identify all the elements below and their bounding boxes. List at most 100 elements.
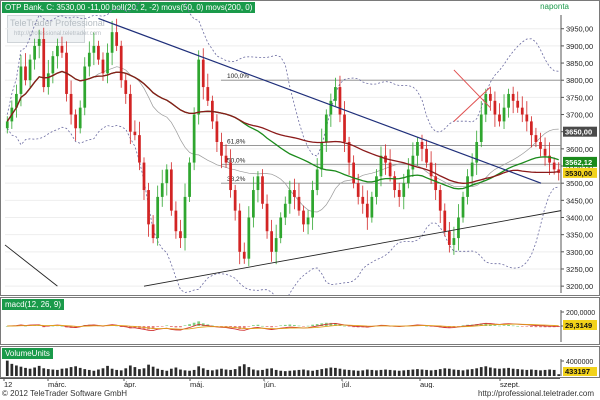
macd-histogram-bar xyxy=(498,325,501,327)
candle-body xyxy=(179,231,182,239)
candle-body xyxy=(74,114,78,129)
volume-bar xyxy=(452,369,456,376)
volume-bar xyxy=(461,370,465,376)
candle-body xyxy=(188,162,191,197)
volume-bar xyxy=(242,364,246,376)
candle-body xyxy=(124,80,128,94)
volume-bar xyxy=(438,369,442,376)
volume-bar xyxy=(151,366,155,376)
site-link[interactable]: http://professional.teletrader.com xyxy=(478,389,594,398)
volume-panel[interactable]: VolumeUnits 4000000 433197 xyxy=(0,346,600,378)
macd-histogram-bar xyxy=(306,325,310,327)
volume-bar xyxy=(156,368,160,376)
macd-histogram-bar xyxy=(256,324,260,326)
candle-body xyxy=(302,210,305,225)
candle-body xyxy=(78,107,82,129)
volume-bar xyxy=(28,368,32,376)
volume-bar xyxy=(46,369,50,376)
candle-body xyxy=(270,231,273,252)
x-tick-label: júl. xyxy=(341,380,352,388)
candle-body xyxy=(33,45,36,60)
macd-histogram-bar xyxy=(169,326,173,327)
volume-bar xyxy=(165,370,169,376)
candle-body xyxy=(215,121,219,142)
candle-body xyxy=(106,52,109,74)
candle-body xyxy=(461,196,465,218)
macd-histogram-bar xyxy=(188,324,191,326)
candle-body xyxy=(402,183,406,197)
volume-bar xyxy=(557,374,561,376)
candle-body xyxy=(443,210,447,232)
macd-histogram-bar xyxy=(293,324,296,326)
volume-bar xyxy=(516,369,520,376)
volume-bar xyxy=(375,370,378,376)
copyright-text: © 2012 TeleTrader Software GmbH xyxy=(2,389,128,398)
candle-body xyxy=(425,148,428,163)
volume-bar xyxy=(270,368,273,376)
volume-bar xyxy=(356,370,360,376)
macd-panel[interactable]: macd(12, 26, 9) 200,00000,000029,3149 xyxy=(0,297,600,345)
volume-bar xyxy=(361,370,365,376)
macd-chart[interactable]: 200,00000,000029,3149 xyxy=(1,298,599,344)
candle-body xyxy=(320,141,324,170)
candle-body xyxy=(457,217,460,239)
volume-bar xyxy=(110,368,114,376)
volume-bar xyxy=(115,369,119,376)
volume-bar xyxy=(97,369,100,376)
candle-body xyxy=(434,176,438,191)
candle-body xyxy=(311,190,314,218)
candle-body xyxy=(156,196,160,239)
volume-bar xyxy=(261,369,264,376)
macd-histogram-bar xyxy=(261,325,264,327)
volume-bar xyxy=(224,369,228,376)
candle-body xyxy=(324,114,328,142)
downtrend-line xyxy=(98,17,542,184)
volume-bar xyxy=(306,370,310,376)
macd-value-label: 29,3149 xyxy=(565,321,592,330)
volume-bar xyxy=(543,369,547,376)
price-tick-label: 3750,00 xyxy=(566,93,593,102)
candle-body xyxy=(197,59,201,115)
volume-bar xyxy=(329,367,333,376)
candle-body xyxy=(420,141,424,149)
volume-bar xyxy=(128,365,132,376)
candle-body xyxy=(247,217,251,259)
volume-bar xyxy=(511,368,515,376)
x-tick-label: jún. xyxy=(263,380,276,388)
macd-histogram-bar xyxy=(156,326,160,327)
candle-body xyxy=(438,190,442,211)
volume-bar xyxy=(548,369,551,376)
volume-bar xyxy=(352,370,356,376)
price-tick-label: 3600,00 xyxy=(566,145,593,154)
volume-bar xyxy=(311,370,314,376)
candle-body xyxy=(128,93,132,132)
candle-body xyxy=(297,196,301,211)
macd-histogram-bar xyxy=(279,325,283,327)
x-tick-label: 12 xyxy=(4,380,12,388)
price-chart[interactable]: 3950,00 3900,00 3850,00 3800,00 3750,00 3700,… xyxy=(1,1,599,295)
volume-chart[interactable]: 4000000433197 xyxy=(1,347,599,377)
candle-body xyxy=(488,93,492,101)
price-tick-label: 3450,00 xyxy=(566,196,593,205)
candle-body xyxy=(530,121,533,136)
candle-body xyxy=(274,238,278,252)
macd-histogram-bar xyxy=(288,324,292,326)
candle-body xyxy=(242,251,246,259)
volume-bar xyxy=(411,369,415,376)
x-tick-label: aug. xyxy=(420,380,435,388)
candle-body xyxy=(520,107,524,115)
volume-bar xyxy=(484,366,488,376)
price-tick-label: 3200,00 xyxy=(566,282,593,291)
x-tick-label: márc. xyxy=(48,380,67,388)
candle-body xyxy=(479,114,483,142)
candle-body xyxy=(543,148,547,156)
volume-bar xyxy=(525,369,529,376)
volume-bar xyxy=(174,367,178,376)
macd-histogram-bar xyxy=(252,325,255,326)
candle-body xyxy=(220,141,223,156)
candle-body xyxy=(411,155,415,170)
volume-bar xyxy=(15,365,18,376)
candle-body xyxy=(110,32,114,53)
price-panel[interactable]: OTP Bank, C: 3530,00 -11,00 boll(20, 2, … xyxy=(0,0,600,296)
candle-body xyxy=(101,59,105,74)
